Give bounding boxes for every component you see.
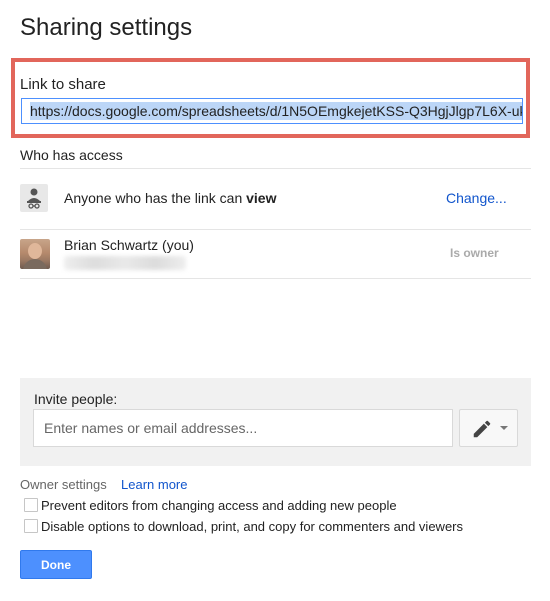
disable-download-label: Disable options to download, print, and … [41,519,463,534]
change-access-link[interactable]: Change... [446,190,507,206]
pencil-icon [473,420,491,438]
invite-people-label: Invite people: [34,391,118,407]
disable-download-checkbox[interactable] [24,519,38,533]
who-has-access-label: Who has access [20,147,123,163]
invite-permission-button[interactable] [459,409,518,447]
anyone-with-link-prefix: Anyone who has the link can [64,190,247,206]
invite-people-input[interactable] [33,409,453,447]
anyone-with-link-text: Anyone who has the link can view [64,190,276,206]
avatar [20,239,50,269]
divider [20,278,531,279]
owner-name: Brian Schwartz (you) [64,237,194,253]
share-link-url[interactable]: https://docs.google.com/spreadsheets/d/1… [30,102,522,120]
done-button[interactable]: Done [20,550,92,579]
anyone-with-link-icon [20,184,48,212]
share-link-field[interactable]: https://docs.google.com/spreadsheets/d/1… [21,98,523,124]
divider [20,168,531,169]
prevent-editors-checkbox[interactable] [24,498,38,512]
divider [20,229,531,230]
caret-down-icon [500,426,508,430]
learn-more-link[interactable]: Learn more [121,477,187,492]
prevent-editors-label: Prevent editors from changing access and… [41,498,397,513]
owner-settings-label: Owner settings [20,477,107,492]
access-permission: view [246,190,277,206]
link-to-share-label: Link to share [20,76,106,93]
owner-role: Is owner [450,246,499,260]
dialog-title: Sharing settings [20,14,193,41]
owner-email-blurred [64,256,186,270]
